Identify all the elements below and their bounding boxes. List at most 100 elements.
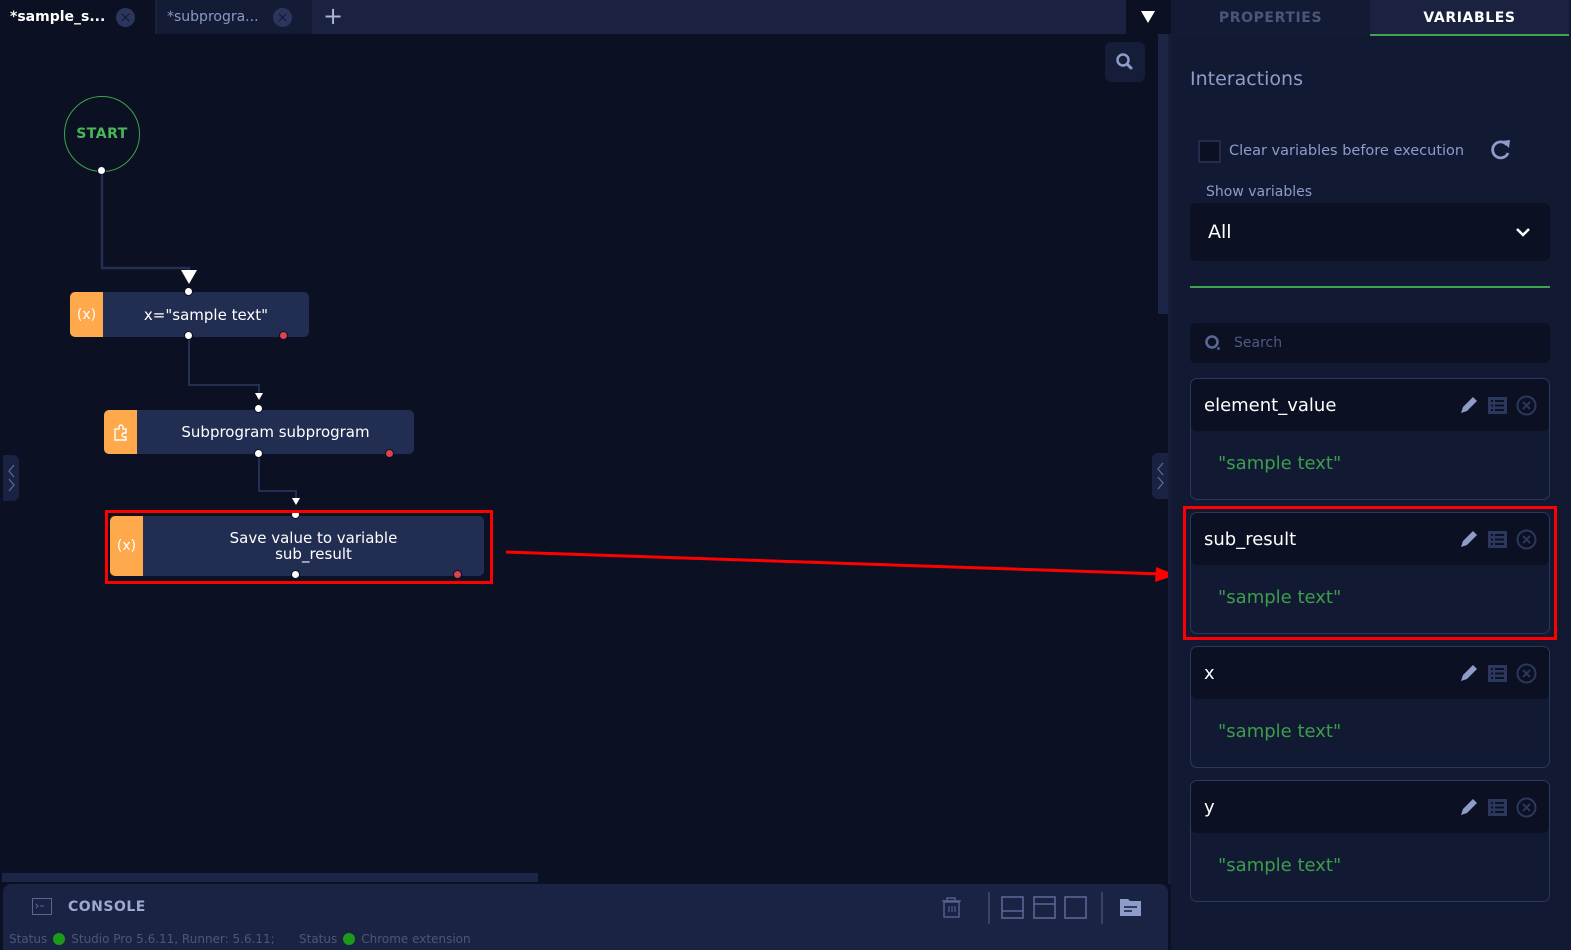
section-title: Interactions [1190, 68, 1303, 90]
chevrons-left-right-icon [8, 464, 15, 492]
status-text: Studio Pro 5.6.11, Runner: 5.6.11; [71, 932, 275, 946]
status-extension: Status Chrome extension [299, 932, 471, 946]
node-label: Subprogram subprogram [181, 423, 370, 441]
list-view-button[interactable] [1487, 395, 1508, 416]
right-panel-toggle[interactable] [1152, 453, 1168, 499]
canvas-search-button[interactable] [1105, 42, 1145, 82]
flow-node-subprogram[interactable]: Subprogram subprogram [104, 410, 414, 454]
pencil-icon [1461, 396, 1477, 413]
status-ok-icon [53, 933, 66, 945]
input-port[interactable] [184, 287, 193, 296]
variable-name: y [1204, 796, 1215, 818]
search-input[interactable] [1234, 323, 1534, 363]
refresh-button[interactable] [1487, 137, 1513, 163]
connector-node1-to-node2 [188, 337, 260, 393]
status-ok-icon [343, 933, 356, 945]
highlight-box-node [105, 510, 493, 584]
layout-top-button[interactable] [1033, 896, 1057, 920]
connector-start-to-node1 [100, 171, 191, 280]
start-output-port[interactable] [97, 166, 106, 175]
list-icon [1488, 664, 1507, 682]
status-runner: Status Studio Pro 5.6.11, Runner: 5.6.11… [9, 932, 275, 946]
horizontal-scrollbar[interactable] [2, 873, 538, 882]
show-variables-select[interactable]: All [1190, 203, 1550, 261]
delete-variable-button[interactable] [1516, 395, 1537, 416]
left-panel-toggle[interactable] [3, 455, 19, 501]
variable-search[interactable] [1190, 323, 1550, 363]
delete-variable-button[interactable] [1516, 797, 1537, 818]
layout-full-button[interactable] [1064, 896, 1088, 920]
app-window: *sample_s... *subprogra... + START (x) x… [0, 0, 1571, 950]
clear-console-button[interactable] [940, 896, 964, 920]
right-panel: PROPERTIES VARIABLES Interactions Clear … [1171, 0, 1571, 950]
layout-top-icon [1033, 896, 1056, 919]
list-icon [1488, 798, 1507, 816]
tab-properties[interactable]: PROPERTIES [1171, 0, 1370, 36]
variable-name: x [1204, 662, 1215, 684]
error-port[interactable] [279, 331, 288, 340]
pencil-icon [1461, 798, 1477, 815]
status-text: Chrome extension [361, 932, 471, 946]
close-circle-icon [1516, 797, 1537, 817]
vertical-scrollbar[interactable] [1158, 34, 1168, 314]
status-label: Status [299, 932, 338, 946]
annotation-arrow-icon [505, 550, 1176, 582]
toolbar-divider [1101, 892, 1103, 924]
output-port[interactable] [184, 331, 193, 340]
list-icon [1488, 396, 1507, 414]
error-port[interactable] [385, 449, 394, 458]
open-logs-button[interactable] [1119, 896, 1143, 918]
puzzle-icon [104, 410, 137, 454]
pencil-icon [1461, 664, 1477, 681]
arrow-head-icon [181, 270, 197, 284]
refresh-icon [1491, 140, 1510, 160]
terminal-icon [32, 898, 52, 915]
variable-name: element_value [1204, 394, 1337, 416]
connector-node2-to-node3 [258, 456, 297, 498]
search-icon [1116, 53, 1133, 70]
edit-variable-button[interactable] [1458, 395, 1479, 416]
arrow-head-icon [292, 498, 300, 505]
show-variables-label: Show variables [1206, 184, 1312, 200]
highlight-box-variable [1183, 506, 1557, 640]
chevron-down-icon [1516, 228, 1530, 237]
arrow-head-icon [255, 393, 263, 400]
variable-card: element_value "sample text" [1190, 378, 1550, 500]
list-view-button[interactable] [1487, 663, 1508, 684]
clear-variables-checkbox[interactable] [1198, 140, 1221, 163]
console-title[interactable]: CONSOLE [68, 899, 146, 915]
section-divider [1190, 286, 1550, 288]
layout-bottom-icon [1001, 896, 1024, 919]
delete-variable-button[interactable] [1516, 663, 1537, 684]
close-circle-icon [1516, 663, 1537, 683]
node-label: x="sample text" [143, 305, 269, 324]
variable-card: y "sample text" [1190, 780, 1550, 902]
output-port[interactable] [254, 449, 263, 458]
edit-variable-button[interactable] [1458, 797, 1479, 818]
status-label: Status [9, 932, 48, 946]
variable-icon: (x) [70, 292, 103, 337]
show-variables-value: All [1208, 221, 1232, 243]
close-circle-icon [1516, 395, 1537, 415]
variable-value: "sample text" [1218, 855, 1342, 876]
variable-header: y [1191, 781, 1549, 833]
trash-icon [942, 897, 961, 918]
layout-bottom-button[interactable] [1001, 896, 1025, 920]
variable-value: "sample text" [1218, 721, 1342, 742]
variable-card: x "sample text" [1190, 646, 1550, 768]
variable-header: element_value [1191, 379, 1549, 431]
folder-icon [1120, 899, 1141, 916]
search-icon [1205, 335, 1220, 350]
clear-variables-label[interactable]: Clear variables before execution [1229, 143, 1464, 159]
variable-header: x [1191, 647, 1549, 699]
variable-value: "sample text" [1218, 453, 1342, 474]
tab-variables[interactable]: VARIABLES [1370, 0, 1569, 36]
layout-full-icon [1064, 896, 1087, 919]
start-node[interactable]: START [64, 96, 140, 172]
chevrons-left-right-icon [1157, 462, 1164, 490]
input-port[interactable] [254, 404, 263, 413]
list-view-button[interactable] [1487, 797, 1508, 818]
edit-variable-button[interactable] [1458, 663, 1479, 684]
console-panel: CONSOLE Status Studio Pro 5.6.11, Runner… [3, 884, 1168, 950]
toolbar-divider [988, 892, 990, 924]
